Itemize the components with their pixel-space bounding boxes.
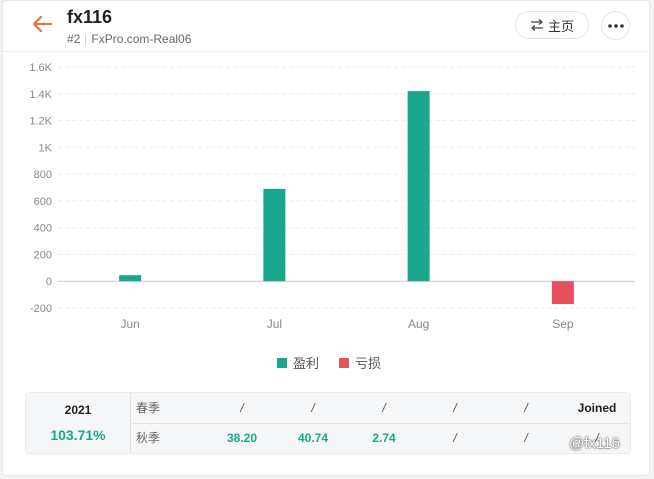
y-tick-label: 400 <box>34 223 52 235</box>
bar-loss <box>551 281 574 304</box>
row-label: 春季 <box>136 401 161 415</box>
legend-item-loss[interactable]: 亏损 <box>339 353 381 372</box>
y-tick-label: 1.2K <box>29 116 52 128</box>
returns-table: 2021 103.71% 春季 / / / / / Joined 秋季 38.2… <box>25 392 631 454</box>
account-subline: #2 FxPro.com-Real06 <box>67 32 191 46</box>
account-card: fx116 #2 FxPro.com-Real06 主页 1.6K 1.4K 1.2K… <box>2 0 650 476</box>
table-cell: / <box>453 431 457 445</box>
header: fx116 #2 FxPro.com-Real06 主页 <box>3 1 649 52</box>
table-cell: / <box>311 401 315 415</box>
y-tick-label: 600 <box>34 196 52 208</box>
bar-profit <box>263 188 286 282</box>
monthly-profit-chart: 1.6K 1.4K 1.2K 1K 800 600 400 200 0 -200 Jun Jul Aug… <box>29 62 635 331</box>
x-tick-label: Aug <box>408 317 429 331</box>
y-tick-label: 800 <box>34 169 52 181</box>
table-cell: / <box>453 401 457 415</box>
legend-label-profit: 盈利 <box>293 356 320 371</box>
table-cell: / <box>524 431 528 445</box>
legend-label-loss: 亏损 <box>355 356 382 371</box>
table-cell: / <box>382 401 386 415</box>
table-row: 春季 / / / / / Joined <box>130 393 630 424</box>
back-arrow-icon[interactable] <box>29 11 55 37</box>
year-summary: 2021 103.71% <box>26 393 131 453</box>
bar-profit <box>119 275 142 282</box>
bar-profit <box>407 91 430 282</box>
home-button[interactable]: 主页 <box>515 11 589 39</box>
table-row: 秋季 38.20 40.74 2.74 / / / <box>130 423 630 453</box>
year-label: 2021 <box>64 403 92 417</box>
divider <box>85 34 87 45</box>
table-cell: / <box>524 401 528 415</box>
table-cell: / <box>240 401 244 415</box>
table-cell: 40.74 <box>297 431 329 445</box>
more-button[interactable] <box>601 11 630 40</box>
y-tick-label: 1K <box>39 142 53 154</box>
y-tick-label: 1.4K <box>29 89 52 101</box>
joined-label: Joined <box>577 401 617 415</box>
rank-label: #2 <box>67 32 81 46</box>
y-tick-label: -200 <box>30 303 52 315</box>
y-tick-label: 0 <box>46 276 52 288</box>
x-tick-label: Sep <box>552 317 574 331</box>
server-label: FxPro.com-Real06 <box>91 32 192 46</box>
swap-icon <box>530 19 543 31</box>
table-cell: 38.20 <box>226 431 258 445</box>
home-button-label: 主页 <box>547 18 574 34</box>
watermark: @fx116 <box>569 435 620 452</box>
x-tick-label: Jun <box>120 317 139 331</box>
table-cell: 2.74 <box>372 431 396 445</box>
y-tick-label: 1.6K <box>29 62 52 74</box>
legend-swatch-profit <box>277 357 287 368</box>
more-dots-icon <box>607 23 624 28</box>
y-tick-label: 200 <box>34 249 52 261</box>
year-total-return: 103.71% <box>50 427 106 443</box>
x-tick-label: Jul <box>267 317 282 331</box>
legend-item-profit[interactable]: 盈利 <box>277 353 319 372</box>
page-title: fx116 <box>67 7 113 27</box>
row-label: 秋季 <box>136 431 161 445</box>
legend-swatch-loss <box>339 357 349 368</box>
